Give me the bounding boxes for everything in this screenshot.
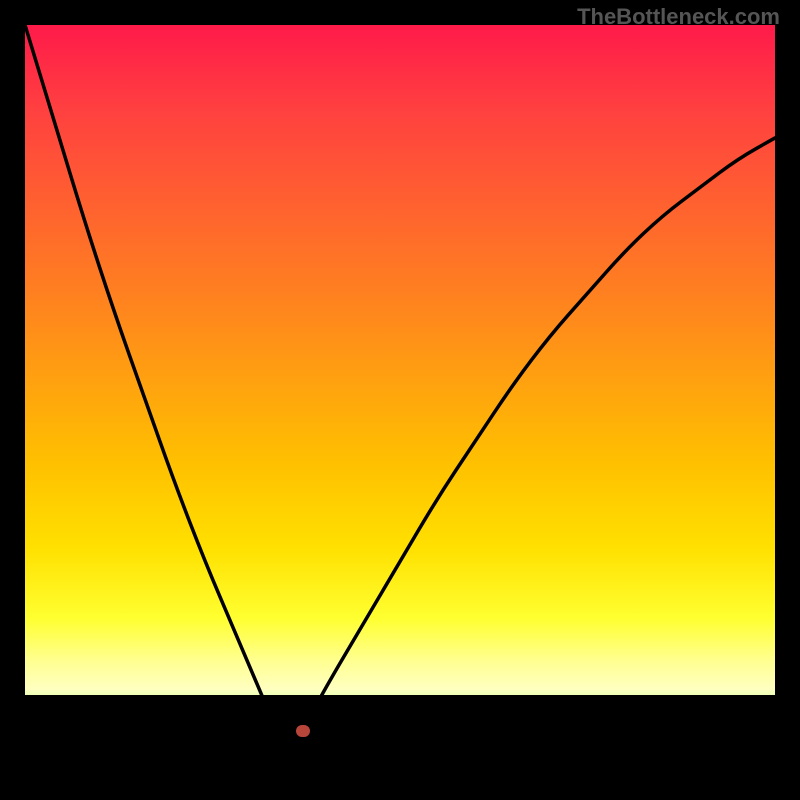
chart-frame [25,25,775,775]
watermark-text: TheBottleneck.com [577,4,780,30]
bottleneck-curve [25,25,775,775]
optimal-point-marker [296,725,310,737]
